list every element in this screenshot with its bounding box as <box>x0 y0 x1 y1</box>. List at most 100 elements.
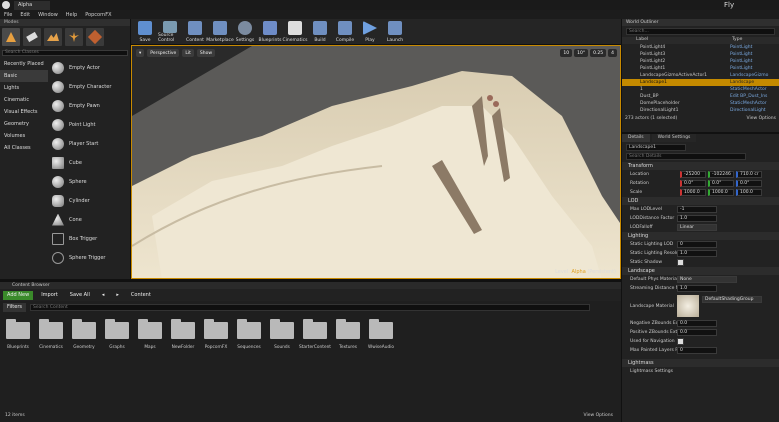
outliner-row-selected[interactable]: Landscape1 Landscape <box>622 79 779 86</box>
category-cinematic[interactable]: Cinematic <box>0 94 48 106</box>
outliner-row[interactable]: Dust_BP Edit BP_Dust_Ins <box>622 93 779 100</box>
save-all-button[interactable]: Save All <box>66 291 94 300</box>
outliner-row[interactable]: PointLight3 PointLight <box>622 51 779 58</box>
outliner-row[interactable]: DirectionalLight1 DirectionalLight <box>622 107 779 114</box>
property-value[interactable]: 0 <box>677 241 717 248</box>
geometry-mode-icon[interactable] <box>86 28 104 46</box>
rotation-y[interactable]: 0.0° <box>708 180 734 187</box>
scale-snap-value[interactable]: 0.25 <box>590 49 607 57</box>
rotation-x[interactable]: 0.0° <box>680 180 706 187</box>
tab-world-settings[interactable]: World Settings <box>651 134 697 142</box>
folder-item[interactable]: Geometry <box>71 319 97 350</box>
cinematics-button[interactable]: Cinematics <box>283 20 308 44</box>
class-item[interactable]: Point Light <box>49 115 129 134</box>
category-recently-placed[interactable]: Recently Placed <box>0 58 48 70</box>
outliner-row[interactable]: PointLight4 PointLight <box>622 44 779 51</box>
class-item[interactable]: Player Start <box>49 134 129 153</box>
play-button[interactable]: Play <box>358 20 382 44</box>
outliner-row[interactable]: PointLight2 PointLight <box>622 58 779 65</box>
category-all-classes[interactable]: All Classes <box>0 142 48 154</box>
content-search-input[interactable]: Search Content <box>30 303 590 311</box>
folder-item[interactable]: Sounds <box>269 319 295 350</box>
launch-button[interactable]: Launch <box>383 20 407 44</box>
class-item[interactable]: Empty Pawn <box>49 96 129 115</box>
folder-item[interactable]: Textures <box>335 319 361 350</box>
show-button[interactable]: Show <box>196 49 216 57</box>
scale-x[interactable]: 1000.0 <box>680 189 706 196</box>
outliner-row[interactable]: LandscapeGizmoActiveActor1 LandscapeGizmo <box>622 72 779 79</box>
save-button[interactable]: Save <box>133 20 157 44</box>
class-item[interactable]: Sphere <box>49 172 129 191</box>
material-thumbnail[interactable] <box>677 295 699 317</box>
content-browser-tab[interactable]: Content Browser <box>0 282 621 289</box>
column-type[interactable]: Type <box>732 37 742 42</box>
folder-item[interactable]: StarterContent <box>299 319 331 350</box>
folder-item[interactable]: NewFolder <box>170 319 196 350</box>
rotation-z[interactable]: 0.0° <box>736 180 762 187</box>
compile-button[interactable]: Compile <box>333 20 357 44</box>
property-value[interactable]: 1.0 <box>677 215 717 222</box>
class-item[interactable]: Empty Actor <box>49 58 129 77</box>
menu-help[interactable]: Help <box>66 12 77 18</box>
folder-item[interactable]: Cinematics <box>38 319 64 350</box>
property-value[interactable]: 0 <box>677 347 717 354</box>
marketplace-button[interactable]: Marketplace <box>206 20 234 44</box>
folder-item[interactable]: Maps <box>137 319 163 350</box>
viewport-options-button[interactable]: ▾ <box>136 49 145 57</box>
property-value[interactable]: 1.0 <box>677 285 717 292</box>
category-visual-effects[interactable]: Visual Effects <box>0 106 48 118</box>
lighting-section[interactable]: Lighting <box>622 232 779 240</box>
source-control-button[interactable]: Source Control <box>158 20 182 44</box>
scale-y[interactable]: 1000.0 <box>708 189 734 196</box>
settings-button[interactable]: Settings <box>233 20 257 44</box>
location-y[interactable]: -102246 <box>708 171 734 178</box>
content-button[interactable]: Content <box>183 20 207 44</box>
outliner-search-input[interactable]: Search... <box>626 28 775 35</box>
folder-item[interactable]: PopcornFX <box>203 319 229 350</box>
class-item[interactable]: Cube <box>49 153 129 172</box>
actor-name-field[interactable]: Landscape1 <box>626 144 686 151</box>
property-value[interactable]: 0.0 <box>677 329 717 336</box>
class-item[interactable]: Sphere Trigger <box>49 248 129 267</box>
level-viewport[interactable]: ▾ Perspective Lit Show 10 10° 0.25 4 Lev… <box>131 45 621 279</box>
static-shadow-checkbox[interactable] <box>677 259 684 266</box>
material-dropdown[interactable]: DefaultShadingGroup <box>702 296 762 303</box>
class-search-input[interactable]: Search Classes <box>2 50 128 56</box>
foliage-mode-icon[interactable] <box>65 28 83 46</box>
level-tab[interactable]: Alpha <box>14 1 50 10</box>
menu-window[interactable]: Window <box>38 12 58 18</box>
category-volumes[interactable]: Volumes <box>0 130 48 142</box>
blueprints-button[interactable]: Blueprints <box>258 20 282 44</box>
class-item[interactable]: Empty Character <box>49 77 129 96</box>
add-new-button[interactable]: Add New <box>3 290 34 300</box>
place-mode-icon[interactable] <box>2 28 20 46</box>
landscape-section[interactable]: Landscape <box>622 267 779 275</box>
landscape-mode-icon[interactable] <box>44 28 62 46</box>
menu-edit[interactable]: Edit <box>20 12 30 18</box>
class-item[interactable]: Cone <box>49 210 129 229</box>
transform-section[interactable]: Transform <box>622 162 779 170</box>
tab-details[interactable]: Details <box>622 134 650 142</box>
perspective-button[interactable]: Perspective <box>147 49 180 57</box>
outliner-row[interactable]: DomePlaceholder StaticMeshActor <box>622 100 779 107</box>
import-button[interactable]: Import <box>37 291 62 300</box>
lightmass-section[interactable]: Lightmass <box>622 359 779 367</box>
lod-falloff-dropdown[interactable]: Linear <box>677 224 717 231</box>
build-button[interactable]: Build <box>308 20 332 44</box>
content-path[interactable]: Content <box>127 291 155 300</box>
paint-mode-icon[interactable] <box>23 28 41 46</box>
outliner-view-options[interactable]: View Options <box>747 116 776 121</box>
scale-z[interactable]: 100.0 <box>736 189 762 196</box>
rotation-snap-value[interactable]: 10° <box>574 49 589 57</box>
filters-button[interactable]: Filters <box>3 302 26 312</box>
grid-snap-value[interactable]: 10 <box>560 49 573 57</box>
outliner-row[interactable]: 1 StaticMeshActor <box>622 86 779 93</box>
location-z[interactable]: 710.0 cr <box>736 171 762 178</box>
category-geometry[interactable]: Geometry <box>0 118 48 130</box>
column-label[interactable]: Label <box>636 37 648 42</box>
folder-item[interactable]: Graphs <box>104 319 130 350</box>
back-button[interactable]: ◂ <box>98 291 109 300</box>
folder-item[interactable]: Blueprints <box>5 319 31 350</box>
category-lights[interactable]: Lights <box>0 82 48 94</box>
outliner-row[interactable]: PointLight1 PointLight <box>622 65 779 72</box>
